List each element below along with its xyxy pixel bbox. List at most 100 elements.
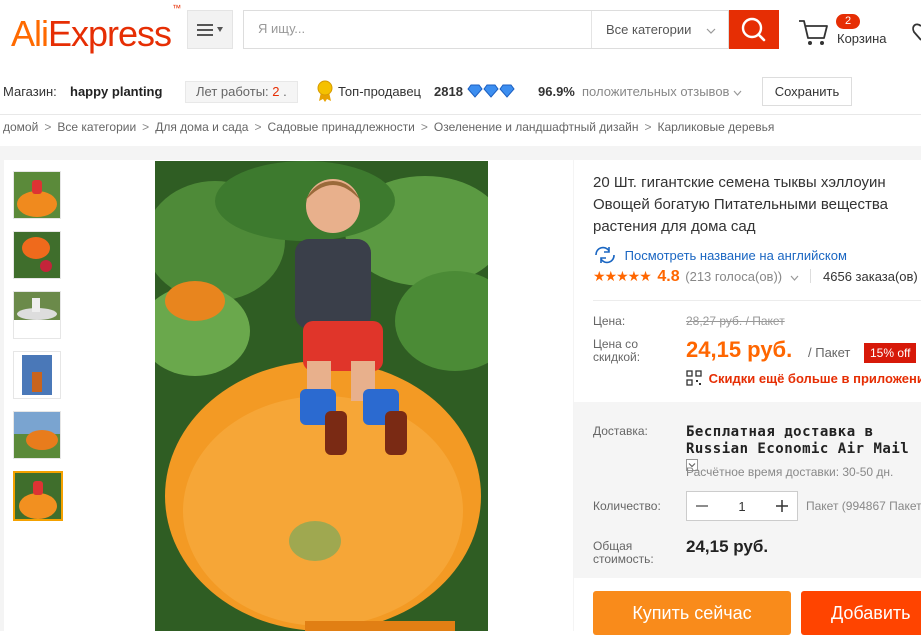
price-unit: / Пакет xyxy=(808,345,851,360)
thumbnail-image xyxy=(14,352,60,398)
breadcrumb-separator: > xyxy=(142,120,150,134)
store-name-link[interactable]: happy planting xyxy=(70,84,162,99)
store-years-label: Лет работы: xyxy=(196,84,269,99)
logo-tm: ™ xyxy=(172,3,181,13)
site-header: AliExpress™ Я ищу... Все категории 2 Кор… xyxy=(0,0,921,68)
category-select[interactable]: Все категории xyxy=(591,11,730,48)
cart-count-badge: 2 xyxy=(836,14,860,29)
thumbnail-image xyxy=(14,172,60,218)
qr-code-icon xyxy=(686,370,702,386)
thumbnail-3[interactable] xyxy=(13,291,61,339)
breadcrumb-separator: > xyxy=(254,120,262,134)
breadcrumb-link[interactable]: домой xyxy=(3,120,38,134)
breadcrumb-separator: > xyxy=(420,120,428,134)
thumbnail-image xyxy=(14,292,60,338)
store-years-value: 2 xyxy=(272,84,280,99)
thumbnail-image xyxy=(14,412,60,458)
app-discount-link[interactable]: Скидки ещё больше в приложении xyxy=(686,370,921,386)
translate-icon xyxy=(595,246,615,264)
breadcrumb-link[interactable]: Озеленение и ландшафтный дизайн xyxy=(434,120,639,134)
breadcrumb-link[interactable]: Садовые принадлежности xyxy=(267,120,414,134)
breadcrumb: домой > Все категории > Для дома и сада > Садо… xyxy=(3,120,774,134)
thumbnail-2[interactable] xyxy=(13,231,61,279)
aliexpress-logo[interactable]: AliExpress™ xyxy=(11,3,181,54)
discount-price: 24,15 руб. xyxy=(686,337,793,362)
store-years: Лет работы: 2 . xyxy=(185,81,298,103)
rating-votes-link[interactable]: (213 голоса(ов)) xyxy=(685,269,782,284)
breadcrumb-separator: > xyxy=(44,120,52,134)
positive-feedback-pct: 96.9% xyxy=(538,84,575,99)
store-info-bar: Магазин: happy planting Лет работы: 2 . … xyxy=(0,68,921,115)
translate-title-link[interactable]: Посмотреть название на английском xyxy=(593,246,847,264)
quantity-label: Количество: xyxy=(593,499,661,513)
quantity-stepper: 1 xyxy=(686,491,798,521)
pumpkin-photo xyxy=(155,161,488,631)
breadcrumb-link[interactable]: Все категории xyxy=(57,120,136,134)
add-to-cart-button[interactable]: Добавить xyxy=(801,591,921,635)
quantity-decrement-button[interactable] xyxy=(687,492,717,520)
minus-icon xyxy=(696,505,708,507)
thumbnail-image xyxy=(15,473,61,519)
diamond-icon xyxy=(499,84,515,98)
thumbnail-4[interactable] xyxy=(13,351,61,399)
logo-text-ali: Ali xyxy=(11,13,49,54)
price-label: Цена: xyxy=(593,314,626,328)
search-bar: Я ищу... Все категории xyxy=(243,10,729,49)
total-price: 24,15 руб. xyxy=(686,537,769,556)
chevron-down-icon xyxy=(706,28,716,34)
delivery-time: Расчётное время доставки: 30-50 дн. xyxy=(686,465,894,479)
rating-value: 4.8 xyxy=(657,268,680,285)
shipping-label: Доставка: xyxy=(593,424,648,438)
search-icon xyxy=(741,17,766,42)
medal-icon xyxy=(317,80,333,102)
breadcrumb-link[interactable]: Карликовые деревья xyxy=(657,120,774,134)
divider xyxy=(593,300,921,301)
stock-info: Пакет (994867 Пакет xyxy=(806,499,921,513)
old-price: 28,27 руб. / Пакет xyxy=(686,314,785,328)
positive-feedback-dropdown[interactable]: положительных отзывов xyxy=(582,84,742,99)
cart-button[interactable]: 2 Корзина xyxy=(797,14,887,50)
hamburger-icon xyxy=(197,24,223,36)
store-label: Магазин: xyxy=(3,84,57,99)
buy-now-button[interactable]: Купить сейчас xyxy=(593,591,791,635)
cart-icon xyxy=(799,20,828,45)
breadcrumb-separator: > xyxy=(644,120,652,134)
rating-divider xyxy=(810,269,812,283)
store-years-dot: . xyxy=(283,84,287,99)
discount-badge: 15% off xyxy=(864,343,917,363)
diamond-icon xyxy=(467,84,483,98)
thumbnail-6-selected[interactable] xyxy=(13,471,63,521)
search-button[interactable] xyxy=(729,10,779,49)
thumbnail-1[interactable] xyxy=(13,171,61,219)
rating-stars-icon: ★★★★★ xyxy=(593,268,652,284)
quantity-increment-button[interactable] xyxy=(767,492,797,520)
cart-label: Корзина xyxy=(837,31,887,46)
category-select-label: Все категории xyxy=(606,22,692,37)
thumbnail-5[interactable] xyxy=(13,411,61,459)
chevron-down-icon xyxy=(733,90,742,96)
quantity-input[interactable]: 1 xyxy=(727,499,757,514)
shipping-method-text: Бесплатная доставка в Russian Economic A… xyxy=(686,424,910,457)
plus-icon xyxy=(776,500,788,512)
diamond-icon xyxy=(483,84,499,98)
search-input[interactable]: Я ищу... xyxy=(258,21,305,36)
total-label: Общая стоимость: xyxy=(593,539,654,566)
translate-link-text: Посмотреть название на английском xyxy=(624,248,847,263)
logo-text-express: Express xyxy=(48,13,172,54)
product-title: 20 Шт. гигантские семена тыквы хэллоуин … xyxy=(593,174,888,235)
orders-count: 4656 заказа(ов) xyxy=(823,269,918,284)
thumbnail-image xyxy=(14,232,60,278)
wishlist-heart-icon[interactable] xyxy=(910,18,921,48)
category-menu-button[interactable] xyxy=(187,10,233,49)
breadcrumb-link[interactable]: Для дома и сада xyxy=(155,120,248,134)
store-score: 2818 xyxy=(434,84,463,99)
app-discount-text: Скидки ещё больше в приложении xyxy=(708,371,921,386)
positive-feedback-label: положительных отзывов xyxy=(582,84,730,99)
main-product-image[interactable] xyxy=(155,161,488,631)
discount-price-label: Цена со скидкой: xyxy=(593,337,641,364)
top-seller-label: Топ-продавец xyxy=(338,84,421,99)
diamond-rating xyxy=(467,84,515,103)
chevron-down-icon xyxy=(790,275,799,281)
rating-row: ★★★★★ 4.8 (213 голоса(ов)) 4656 заказа(о… xyxy=(593,268,918,286)
save-store-button[interactable]: Сохранить xyxy=(762,77,852,106)
